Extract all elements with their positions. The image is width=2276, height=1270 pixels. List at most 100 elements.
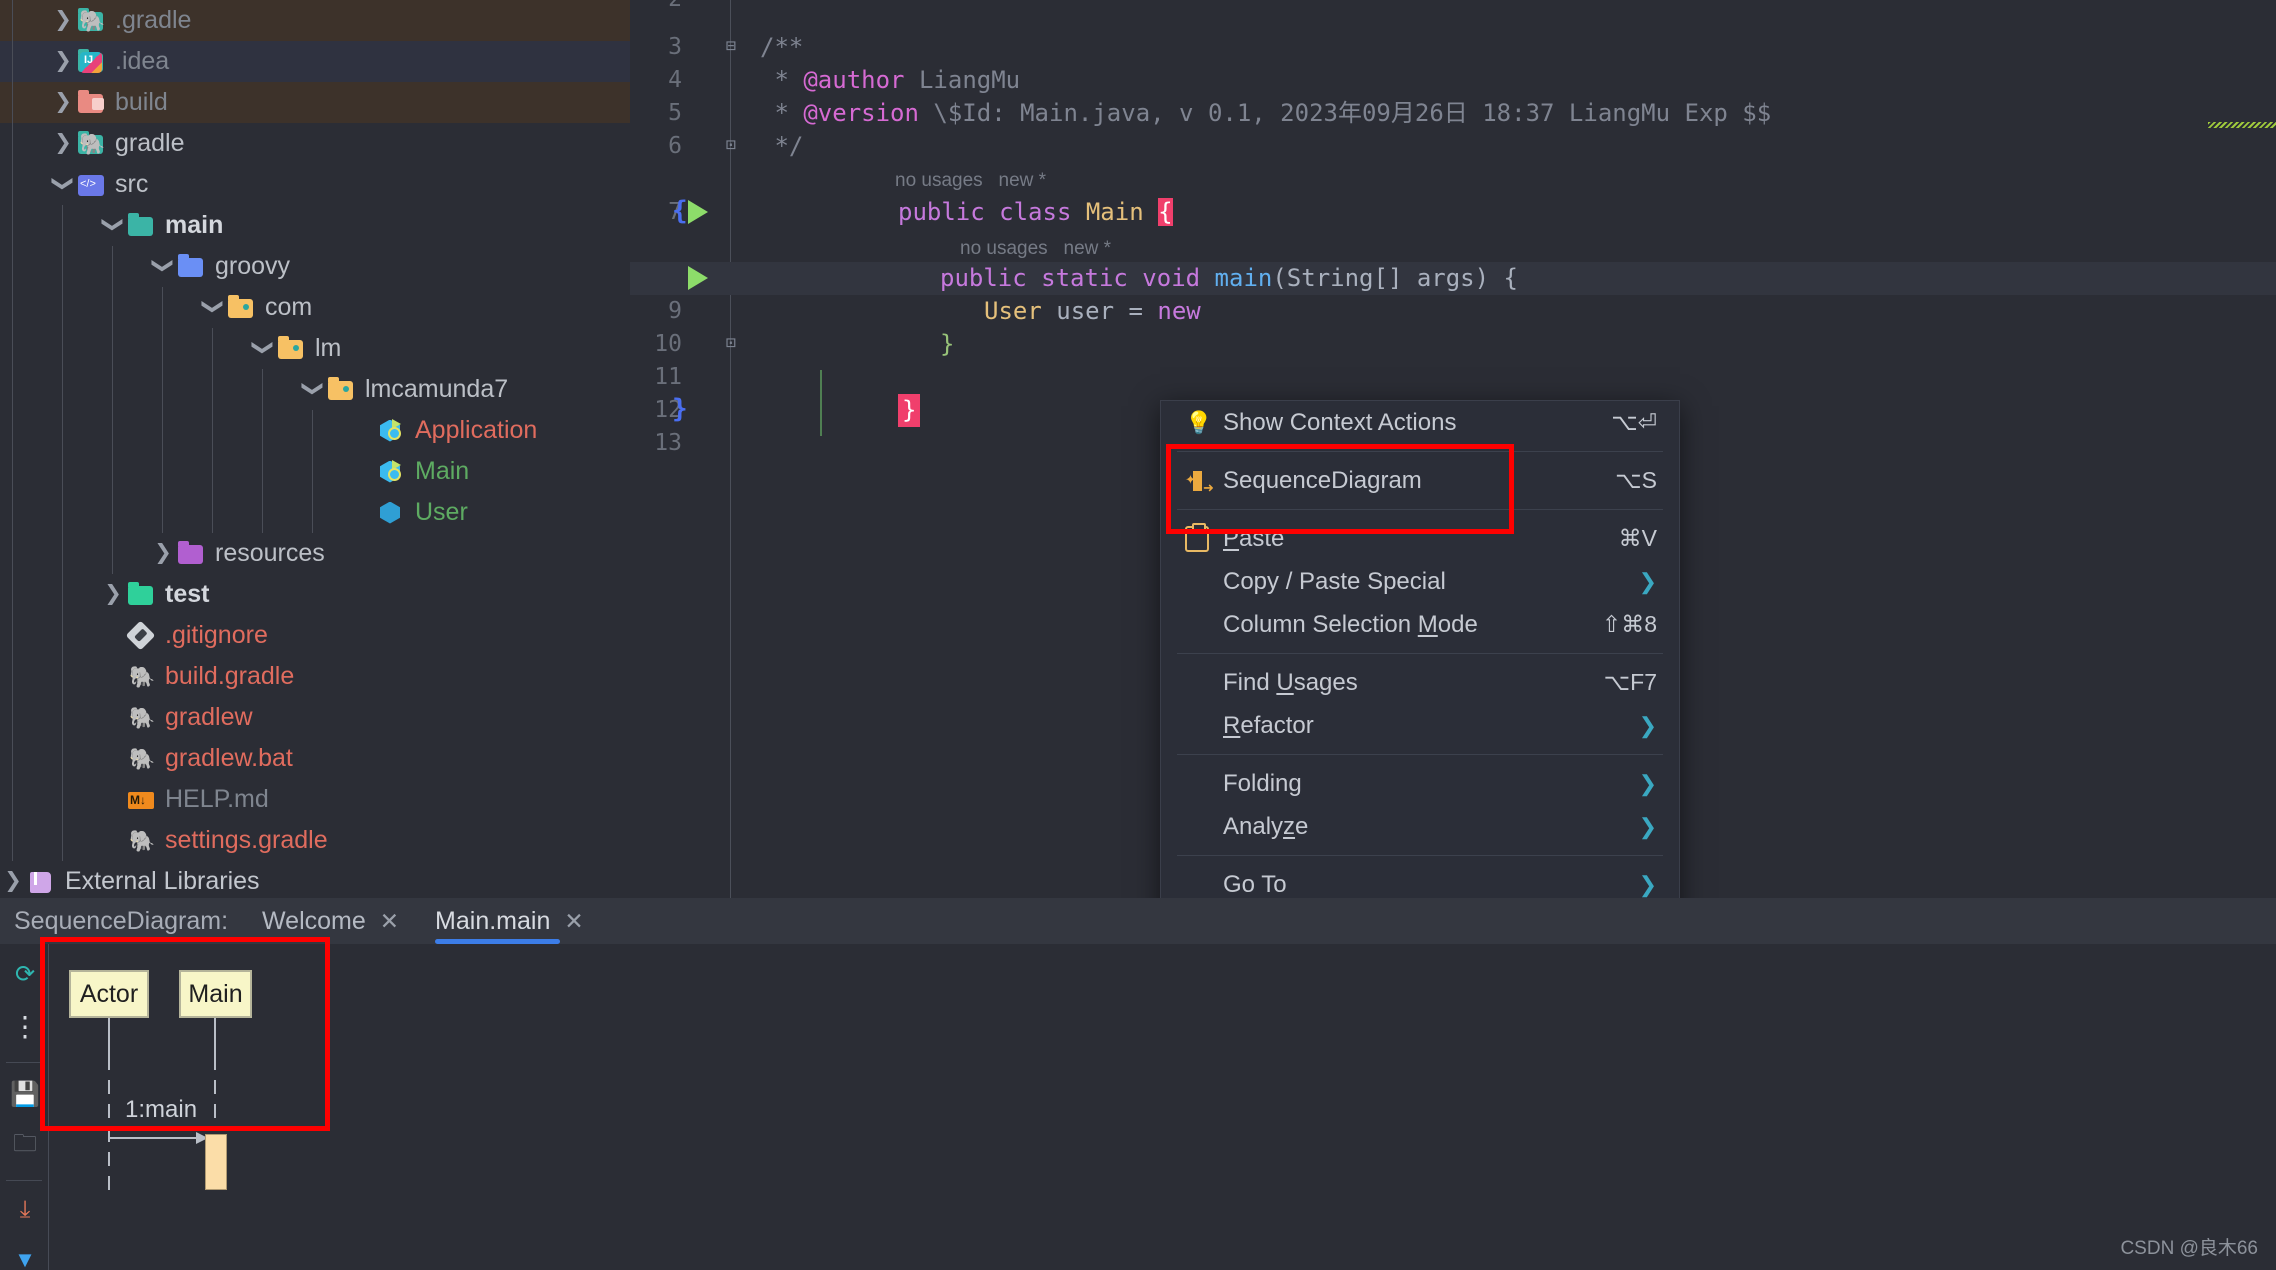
tree-item--gradle[interactable]: ❯ 🐘 .gradle bbox=[0, 0, 630, 41]
tree-indent-guide bbox=[62, 369, 63, 410]
tree-item--gitignore[interactable]: ❯ .gitignore bbox=[0, 615, 630, 656]
tree-item-resources[interactable]: ❯ resources bbox=[0, 533, 630, 574]
lifeline-main bbox=[214, 1056, 216, 1130]
tool-window-body: ⟳ ⋮ 💾 🗀 ⤓ ▼ Actor Main 1:main bbox=[0, 944, 2276, 1270]
menu-separator bbox=[1177, 509, 1663, 510]
tree-item--idea[interactable]: ❯ .idea bbox=[0, 41, 630, 82]
collapse-icon[interactable]: ▼ bbox=[9, 1244, 41, 1270]
menu-item-find-usages[interactable]: Find Usages ⌥F7 bbox=[1161, 661, 1679, 704]
fold-marker-close[interactable]: ⊡ bbox=[720, 133, 742, 157]
tab-main-main[interactable]: Main.main ✕ bbox=[435, 898, 584, 944]
chevron-down-icon[interactable]: ❯ bbox=[300, 377, 326, 403]
participant-main[interactable]: Main bbox=[179, 970, 252, 1018]
tree-item-help-md[interactable]: ❯ HELP.md bbox=[0, 779, 630, 820]
menu-item-analyze[interactable]: Analyze ❯ bbox=[1161, 805, 1679, 848]
tree-item-label: src bbox=[115, 170, 149, 198]
chevron-right-icon[interactable]: ❯ bbox=[100, 582, 126, 608]
run-gutter-icon-method[interactable] bbox=[688, 266, 708, 290]
chevron-right-icon[interactable]: ❯ bbox=[50, 90, 76, 116]
chevron-right-icon[interactable]: ❯ bbox=[50, 131, 76, 157]
tree-item-lm[interactable]: ❯ lm bbox=[0, 328, 630, 369]
close-icon[interactable]: ✕ bbox=[564, 908, 583, 935]
tree-item-gradle[interactable]: ❯ 🐘 gradle bbox=[0, 123, 630, 164]
chevron-down-icon[interactable]: ❯ bbox=[100, 213, 126, 239]
activation-bar-main bbox=[205, 1134, 227, 1190]
chevron-right-icon[interactable]: ❯ bbox=[150, 541, 176, 567]
tree-indent-guide bbox=[262, 492, 263, 533]
tree-no-toggle: ❯ bbox=[100, 623, 126, 649]
fold-marker-method-close[interactable]: ⊡ bbox=[720, 331, 742, 355]
more-options-icon[interactable]: ⋮ bbox=[9, 1010, 41, 1042]
tree-item-build[interactable]: ❯ build bbox=[0, 82, 630, 123]
watermark-text: CSDN @良木66 bbox=[2120, 1238, 2258, 1259]
chevron-down-icon[interactable]: ❯ bbox=[200, 295, 226, 321]
menu-item-label: Find Usages bbox=[1223, 668, 1358, 696]
tree-item-src[interactable]: ❯ src bbox=[0, 164, 630, 205]
mnemonic-char: U bbox=[1276, 668, 1294, 696]
main-module-folder-icon bbox=[126, 212, 156, 239]
source-root-icon bbox=[76, 172, 106, 198]
line-number: 4 bbox=[668, 67, 682, 93]
menu-item-copy---paste-special[interactable]: Copy / Paste Special ❯ bbox=[1161, 560, 1679, 603]
inlay-hint-method[interactable]: no usages new * bbox=[960, 236, 1111, 262]
menu-item-folding[interactable]: Folding ❯ bbox=[1161, 762, 1679, 805]
tree-item-test[interactable]: ❯ test bbox=[0, 574, 630, 615]
inlay-hint-class[interactable]: no usages new * bbox=[895, 168, 1046, 194]
tree-item-gradlew-bat[interactable]: ❯🐘 gradlew.bat bbox=[0, 738, 630, 779]
save-icon[interactable]: 💾 bbox=[9, 1078, 41, 1110]
chevron-right-icon[interactable]: ❯ bbox=[50, 8, 76, 34]
tree-indent-guide bbox=[12, 0, 13, 41]
chevron-right-icon: ❯ bbox=[1638, 770, 1657, 796]
resources-folder-icon bbox=[176, 540, 206, 567]
close-icon[interactable]: ✕ bbox=[380, 908, 399, 935]
chevron-down-icon[interactable]: ❯ bbox=[50, 172, 76, 198]
menu-item-sequencediagram[interactable]: ✦ ➜ SequenceDiagram ⌥S bbox=[1161, 459, 1679, 502]
menu-item-label: SequenceDiagram bbox=[1223, 466, 1422, 494]
chevron-right-icon[interactable]: ❯ bbox=[0, 869, 26, 895]
tree-item-label: build.gradle bbox=[165, 662, 295, 690]
tree-item-application[interactable]: ❯ Application bbox=[0, 410, 630, 451]
tree-item-gradlew[interactable]: ❯🐘 gradlew bbox=[0, 697, 630, 738]
menu-item-column-selection-mode[interactable]: Column Selection Mode ⇧⌘8 bbox=[1161, 603, 1679, 646]
tree-no-toggle: ❯ bbox=[100, 664, 126, 690]
menu-item-label: Analyze bbox=[1223, 812, 1309, 840]
chevron-right-icon: ❯ bbox=[1638, 813, 1657, 839]
chevron-down-icon[interactable]: ❯ bbox=[250, 336, 276, 362]
package-folder-icon bbox=[226, 294, 256, 321]
refresh-icon[interactable]: ⟳ bbox=[9, 958, 41, 990]
diagram-toolbar[interactable]: ⟳ ⋮ 💾 🗀 ⤓ ▼ bbox=[0, 944, 48, 1270]
open-folder-icon[interactable]: 🗀 bbox=[9, 1130, 41, 1162]
tree-item-com[interactable]: ❯ com bbox=[0, 287, 630, 328]
tree-item-external-libraries[interactable]: ❯ External Libraries bbox=[0, 861, 630, 898]
tree-item-label: External Libraries bbox=[65, 867, 260, 895]
chevron-right-icon[interactable]: ❯ bbox=[50, 49, 76, 75]
menu-item-refactor[interactable]: Refactor ❯ bbox=[1161, 704, 1679, 747]
code-line-9: User user = new bbox=[984, 295, 1201, 328]
tab-welcome[interactable]: Welcome ✕ bbox=[262, 898, 399, 944]
chevron-down-icon[interactable]: ❯ bbox=[150, 254, 176, 280]
code-line-7: public class Main { bbox=[898, 196, 1173, 229]
tree-item-lmcamunda7[interactable]: ❯ lmcamunda7 bbox=[0, 369, 630, 410]
tree-indent-guide bbox=[62, 615, 63, 656]
fold-marker-open[interactable]: ⊟ bbox=[720, 34, 742, 58]
menu-item-paste[interactable]: Paste ⌘V bbox=[1161, 517, 1679, 560]
tree-item-main[interactable]: ❯ Main bbox=[0, 451, 630, 492]
message-label-1-main[interactable]: 1:main bbox=[125, 1096, 198, 1128]
tree-item-build-gradle[interactable]: ❯🐘 build.gradle bbox=[0, 656, 630, 697]
tree-no-toggle: ❯ bbox=[350, 500, 376, 526]
tree-indent-guide bbox=[162, 410, 163, 451]
menu-item-show-context-actions[interactable]: 💡 Show Context Actions ⌥⏎ bbox=[1161, 401, 1679, 444]
tool-window-tabbar[interactable]: SequenceDiagram: Welcome ✕ Main.main ✕ bbox=[0, 898, 2276, 944]
participant-actor[interactable]: Actor bbox=[69, 970, 149, 1018]
tree-item-groovy[interactable]: ❯ groovy bbox=[0, 246, 630, 287]
tree-indent-guide bbox=[162, 492, 163, 533]
tree-indent-guide bbox=[212, 410, 213, 451]
project-tool-window[interactable]: ❯🐘.gradle❯.idea❯build❯🐘gradle❯src❯main❯g… bbox=[0, 0, 630, 898]
run-gutter-icon-class[interactable] bbox=[688, 200, 708, 224]
tree-indent-guide bbox=[312, 492, 313, 533]
tree-item-main[interactable]: ❯ main bbox=[0, 205, 630, 246]
tree-item-settings-gradle[interactable]: ❯🐘 settings.gradle bbox=[0, 820, 630, 861]
export-icon[interactable]: ⤓ bbox=[9, 1194, 41, 1226]
tree-item-user[interactable]: ❯ User bbox=[0, 492, 630, 533]
sequence-diagram-canvas[interactable]: Actor Main 1:main bbox=[48, 944, 2276, 1270]
